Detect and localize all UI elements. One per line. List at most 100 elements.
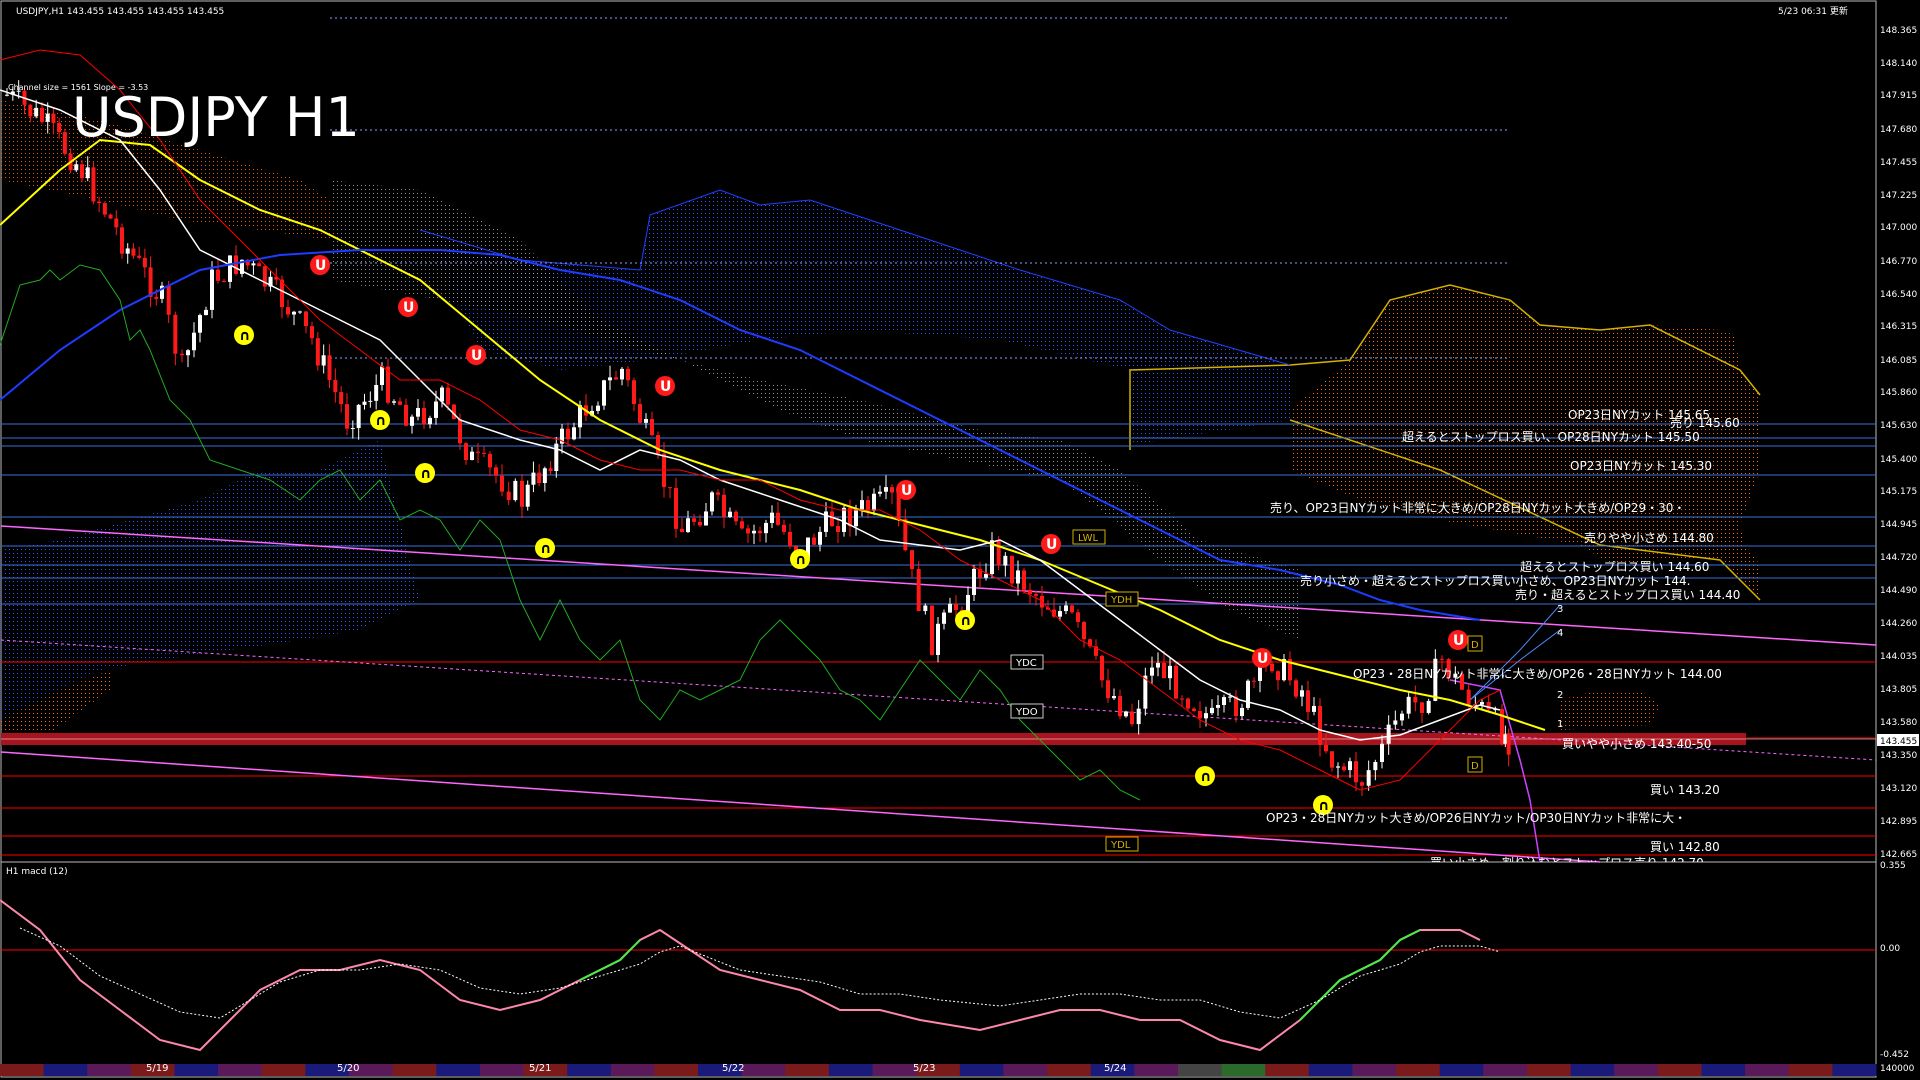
candle-body bbox=[788, 531, 792, 547]
candle-body bbox=[108, 214, 113, 219]
candle-body bbox=[476, 451, 480, 453]
session-segment bbox=[1265, 1064, 1310, 1076]
price-axis-label: 144.260 bbox=[1880, 619, 1918, 630]
candle-body bbox=[1300, 690, 1304, 697]
candle-body bbox=[537, 472, 542, 483]
candle-body bbox=[734, 511, 738, 522]
candle-body bbox=[137, 255, 142, 258]
level-label-buy-14340: 買いやや小さめ 143.40-50 bbox=[1562, 737, 1712, 751]
candle-body bbox=[80, 164, 84, 179]
session-segment bbox=[174, 1064, 219, 1076]
candle-body bbox=[327, 355, 332, 380]
candle-body bbox=[257, 263, 262, 267]
candle-body bbox=[1294, 680, 1298, 697]
candle-body bbox=[422, 407, 426, 425]
candle-body bbox=[1342, 766, 1346, 771]
candle-body bbox=[1413, 696, 1418, 703]
date-label: 5/21 bbox=[529, 1063, 552, 1074]
candle-body bbox=[746, 528, 750, 534]
buy-signal-glyph: ∩ bbox=[1200, 769, 1211, 785]
session-segment bbox=[828, 1064, 873, 1076]
candle-body bbox=[1100, 655, 1104, 681]
candle-body bbox=[936, 623, 940, 655]
level-label-stop-14440: 売り・超えるとストップロス買い 144.40 bbox=[1515, 588, 1741, 602]
session-segment bbox=[741, 1064, 786, 1076]
candle-body bbox=[1106, 680, 1110, 699]
candle-body bbox=[1028, 589, 1032, 595]
d-marker-upper-text: D bbox=[1471, 640, 1479, 651]
candle-body bbox=[131, 248, 136, 256]
candle-body bbox=[1150, 667, 1154, 676]
session-segment bbox=[1178, 1064, 1223, 1076]
candle-body bbox=[1076, 612, 1080, 623]
macd-indicator bbox=[0, 899, 1876, 1052]
candle-body bbox=[722, 494, 726, 517]
session-segment bbox=[959, 1064, 1004, 1076]
candle-body bbox=[1010, 555, 1014, 584]
candle-body bbox=[154, 296, 159, 299]
candle-body bbox=[470, 451, 474, 461]
session-segment bbox=[1657, 1064, 1702, 1076]
price-axis-label: 144.945 bbox=[1880, 520, 1918, 531]
session-segment bbox=[1396, 1064, 1441, 1076]
level-label-buy-14320: 買い 143.20 bbox=[1650, 783, 1720, 797]
price-axis-label: 148.140 bbox=[1880, 58, 1918, 69]
candle-body bbox=[1082, 622, 1086, 640]
ydl-tag-text: YDL bbox=[1110, 840, 1131, 851]
candle-body bbox=[440, 387, 444, 402]
session-segment bbox=[1614, 1064, 1659, 1076]
candle-body bbox=[1058, 611, 1062, 617]
candle-body bbox=[339, 392, 344, 405]
session-segment bbox=[392, 1064, 437, 1076]
candle-body bbox=[85, 167, 90, 179]
price-axis-label: 143.805 bbox=[1880, 685, 1918, 696]
price-axis-label: 145.400 bbox=[1880, 454, 1918, 465]
sell-signal-glyph: U bbox=[471, 348, 482, 364]
ydh-tag-text: YDH bbox=[1110, 595, 1132, 606]
candle-body bbox=[1506, 734, 1511, 755]
macd-axis-bottom: -0.452 bbox=[1880, 1050, 1910, 1060]
candle-body bbox=[173, 314, 178, 354]
level-label-op-big: OP23・28日NYカット大きめ/OP26日NYカット/OP30日NYカット非常… bbox=[1266, 811, 1687, 825]
candle-body bbox=[1400, 713, 1404, 721]
level-label-stop-14550: 超えるとストップロス買い、OP28日NYカット 145.50 bbox=[1402, 430, 1700, 444]
current-price-text: 143.455 bbox=[1880, 737, 1917, 747]
candle-body bbox=[848, 507, 852, 527]
candle-body bbox=[1373, 761, 1378, 771]
candle-body bbox=[1222, 697, 1226, 706]
candle-body bbox=[74, 164, 79, 171]
session-segment bbox=[1745, 1064, 1790, 1076]
candle-body bbox=[836, 526, 840, 532]
candle-body bbox=[884, 487, 888, 492]
candle-body bbox=[620, 368, 624, 380]
session-segment bbox=[1003, 1064, 1048, 1076]
candle-body bbox=[644, 419, 648, 423]
macd-axis-top: 0.355 bbox=[1880, 861, 1906, 871]
candle-body bbox=[1360, 782, 1364, 786]
candle-body bbox=[434, 401, 438, 418]
candle-body bbox=[1112, 696, 1116, 699]
candle-body bbox=[500, 475, 504, 492]
candle-body bbox=[192, 332, 196, 351]
candle-body bbox=[1156, 662, 1160, 668]
candle-body bbox=[1216, 705, 1220, 708]
session-segment bbox=[1047, 1064, 1092, 1076]
candle-body bbox=[5, 94, 9, 96]
ydc-tag-text: YDC bbox=[1015, 658, 1037, 669]
candle-body bbox=[1393, 720, 1398, 725]
candle-body bbox=[1380, 743, 1384, 762]
candle-body bbox=[482, 452, 486, 454]
candle-body bbox=[28, 104, 33, 117]
candle-body bbox=[710, 492, 714, 512]
candle-body bbox=[1480, 702, 1484, 705]
candle-body bbox=[1003, 555, 1008, 566]
candle-body bbox=[614, 377, 618, 380]
candle-body bbox=[1276, 671, 1280, 681]
candle-body bbox=[506, 491, 511, 501]
candle-body bbox=[698, 521, 702, 526]
candle-body bbox=[1180, 698, 1184, 700]
price-axis-label: 145.175 bbox=[1880, 487, 1918, 498]
session-segment bbox=[1788, 1064, 1833, 1076]
macd-line bbox=[0, 899, 1481, 1052]
candle-body bbox=[910, 550, 914, 570]
